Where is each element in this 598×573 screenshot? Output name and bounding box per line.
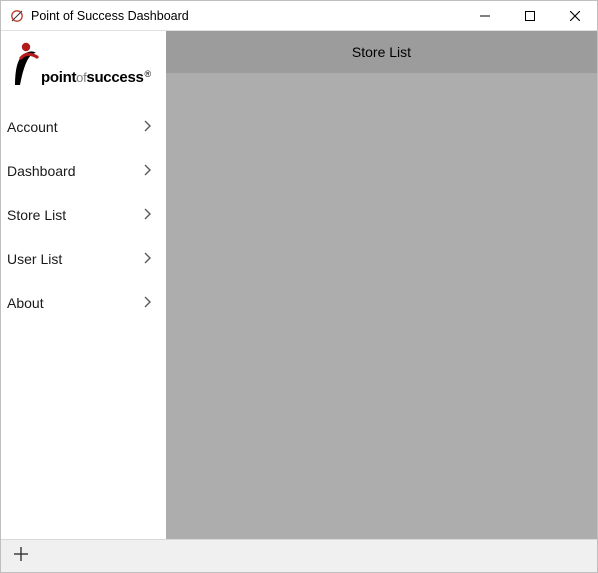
content-area: Store List [166,31,597,539]
content-header: Store List [166,31,597,73]
app-icon [9,8,25,24]
chevron-right-icon [143,119,152,136]
app-window: Point of Success Dashboard poin [0,0,598,573]
sidebar-item-store-list[interactable]: Store List [1,193,166,237]
sidebar-item-dashboard[interactable]: Dashboard [1,149,166,193]
titlebar: Point of Success Dashboard [1,1,597,31]
add-button[interactable] [1,540,41,573]
sidebar-item-label: About [7,295,44,311]
sidebar-nav: Account Dashboard Store List [1,95,166,539]
sidebar-item-label: Store List [7,207,66,223]
maximize-button[interactable] [507,1,552,30]
chevron-right-icon [143,207,152,224]
bottom-toolbar [1,539,597,572]
logo: pointofsuccess® [1,31,166,95]
chevron-right-icon [143,251,152,268]
sidebar-item-label: User List [7,251,62,267]
sidebar-item-user-list[interactable]: User List [1,237,166,281]
window-title: Point of Success Dashboard [31,9,189,23]
minimize-button[interactable] [462,1,507,30]
sidebar-item-account[interactable]: Account [1,105,166,149]
content-header-title: Store List [352,44,411,60]
sidebar-item-label: Dashboard [7,163,76,179]
sidebar-item-about[interactable]: About [1,281,166,325]
sidebar-item-label: Account [7,119,58,135]
logo-mark-icon [9,41,39,87]
plus-icon [13,546,29,567]
content-body [166,73,597,539]
sidebar: pointofsuccess® Account Dashboard [1,31,166,539]
client-area: pointofsuccess® Account Dashboard [1,31,597,539]
chevron-right-icon [143,295,152,312]
logo-text: pointofsuccess® [41,69,151,87]
close-button[interactable] [552,1,597,30]
chevron-right-icon [143,163,152,180]
